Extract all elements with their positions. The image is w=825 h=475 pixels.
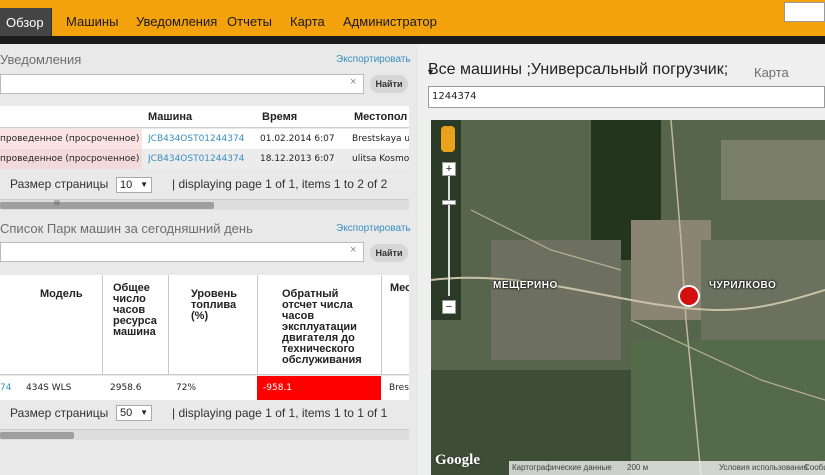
terms-link[interactable]: Условия использования — [719, 463, 808, 472]
nav-search-input[interactable] — [784, 2, 825, 22]
page-size-value: 50 — [120, 407, 133, 419]
machines-title: Все машины ;Универсальный погрузчик; — [428, 61, 729, 78]
report-link[interactable]: Сообщ — [804, 463, 825, 472]
attribution-text[interactable]: Картографические данные — [512, 463, 612, 472]
col-time[interactable]: Время — [262, 112, 297, 123]
map-view[interactable]: + − МЕЩЕРИНО ЧУРИЛКОВО Google Картографи… — [431, 120, 825, 475]
col-model[interactable]: Модель — [40, 289, 83, 300]
row-location: ulitsa Kosmo — [352, 154, 409, 164]
col-divider — [257, 275, 258, 375]
zoom-out-button[interactable]: − — [442, 300, 456, 314]
fleet-page-info: | displaying page 1 of 1, items 1 to 1 o… — [172, 406, 388, 420]
scroll-thumb[interactable] — [0, 432, 74, 439]
row-location: Bres — [389, 383, 409, 393]
col-fuel[interactable]: Уровень топлива (%) — [191, 289, 251, 322]
map-label-churilkovo: ЧУРИЛКОВО — [709, 280, 777, 291]
top-navbar: Обзор Машины Уведомления Отчеты Карта Ад… — [0, 0, 825, 44]
nav-machines[interactable]: Машины — [66, 14, 118, 29]
row-status: проведенное (просроченное) — [0, 149, 142, 169]
row-time: 18.12.2013 6:07 — [260, 154, 335, 164]
row-machine-link[interactable]: JCB434OST01244374 — [148, 154, 244, 164]
notifications-search-clear-icon[interactable]: × — [350, 76, 356, 88]
col-location[interactable]: Местопол — [354, 112, 407, 123]
scroll-thumb[interactable] — [0, 202, 214, 209]
col-divider — [381, 275, 382, 375]
fleet-export-link[interactable]: Экспортировать — [336, 223, 411, 234]
row-location: Brestskaya ulit — [352, 134, 409, 144]
fleet-page-size-label: Размер страницы — [10, 406, 109, 420]
col-location[interactable]: Мес — [390, 283, 409, 294]
chevron-down-icon: ▼ — [140, 408, 148, 417]
notifications-page-size-select[interactable]: 10 ▼ — [116, 177, 152, 193]
satellite-imagery — [431, 120, 825, 475]
notifications-hscroll[interactable]: III — [0, 199, 409, 210]
fleet-title: Список Парк машин за сегодняшний день — [0, 221, 253, 236]
col-hours[interactable]: Общее число часов ресурса машина — [113, 283, 163, 338]
notifications-table-header: Машина Время Местопол — [0, 106, 409, 128]
google-logo: Google — [435, 452, 480, 468]
chevron-down-icon: ▼ — [140, 180, 148, 189]
page-size-value: 10 — [120, 179, 133, 191]
notifications-title: Уведомления — [0, 52, 82, 67]
nav-map[interactable]: Карта — [290, 14, 325, 29]
col-countdown[interactable]: Обратный отсчет числа часов эксплуатации… — [282, 289, 376, 366]
nav-overview[interactable]: Обзор — [0, 8, 52, 36]
nav-reports[interactable]: Отчеты — [227, 14, 272, 29]
machine-marker[interactable] — [678, 285, 700, 307]
fleet-hscroll[interactable] — [0, 429, 409, 440]
row-countdown-alert: -958.1 — [257, 376, 381, 400]
table-row[interactable]: проведенное (просроченное) JCB434OST0124… — [0, 129, 409, 149]
map-link[interactable]: Карта — [754, 65, 789, 80]
nav-strip — [0, 36, 825, 44]
col-divider — [168, 275, 169, 375]
machine-filter-input[interactable]: 1244374 — [428, 86, 825, 108]
street-view-pegman-icon[interactable] — [441, 126, 455, 152]
notifications-search-input[interactable] — [0, 74, 364, 94]
fleet-search-clear-icon[interactable]: × — [350, 244, 356, 256]
row-machine-link[interactable]: JCB434OST01244374 — [148, 134, 244, 144]
fleet-find-button[interactable]: Найти — [370, 244, 408, 262]
map-attribution: Картографические данные 200 м Условия ис… — [509, 461, 825, 475]
notifications-export-link[interactable]: Экспортировать — [336, 54, 411, 65]
row-id-link[interactable]: 74 — [0, 383, 11, 393]
map-label-mescherino: МЕЩЕРИНО — [493, 280, 558, 291]
scale-text: 200 м — [627, 463, 649, 472]
nav-notifications[interactable]: Уведомления — [136, 14, 217, 29]
notifications-find-button[interactable]: Найти — [370, 75, 408, 93]
fleet-search-input[interactable] — [0, 242, 364, 262]
row-hours: 2958.6 — [110, 383, 142, 393]
row-model: 434S WLS — [26, 383, 72, 393]
row-fuel: 72% — [176, 383, 197, 393]
table-row[interactable]: проведенное (просроченное) JCB434OST0124… — [0, 149, 409, 169]
nav-admin[interactable]: Администратор — [343, 14, 437, 29]
notifications-page-size-label: Размер страницы — [10, 177, 109, 191]
table-row[interactable]: 74 434S WLS 2958.6 72% -958.1 Bres — [0, 376, 409, 400]
zoom-in-button[interactable]: + — [442, 162, 456, 176]
col-divider — [102, 275, 103, 375]
notifications-page-info: | displaying page 1 of 1, items 1 to 2 o… — [172, 177, 388, 191]
row-status: проведенное (просроченное) — [0, 129, 142, 149]
scroll-grip: III — [54, 200, 60, 207]
col-machine[interactable]: Машина — [148, 112, 192, 123]
zoom-slider-handle[interactable] — [442, 200, 456, 205]
row-time: 01.02.2014 6:07 — [260, 134, 335, 144]
fleet-page-size-select[interactable]: 50 ▼ — [116, 405, 152, 421]
zoom-slider-track[interactable] — [448, 176, 450, 296]
fleet-table-header: Модель Общее число часов ресурса машина … — [0, 275, 409, 375]
